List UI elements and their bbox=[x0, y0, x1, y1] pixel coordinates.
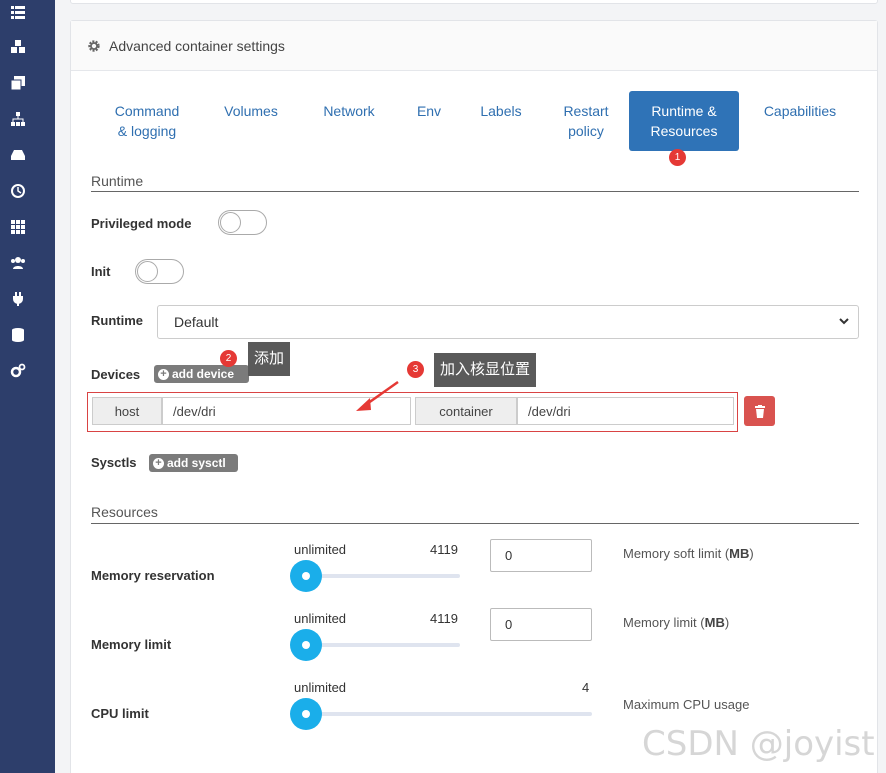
cpu-limit-min: unlimited bbox=[294, 680, 347, 695]
panel-header: Advanced container settings bbox=[71, 21, 877, 71]
memory-limit-hint: Memory limit (MB) bbox=[623, 615, 730, 630]
trash-icon bbox=[754, 404, 765, 418]
container-addon: container bbox=[415, 397, 517, 425]
annotation-label-device-location: 加入核显位置 bbox=[434, 353, 537, 387]
resources-divider bbox=[91, 523, 859, 524]
tab-volumes[interactable]: Volumes bbox=[211, 101, 291, 121]
memory-reservation-hint: Memory soft limit (MB) bbox=[623, 546, 754, 561]
cpu-limit-label: CPU limit bbox=[91, 706, 149, 721]
th-icon[interactable] bbox=[10, 219, 26, 235]
container-path-input[interactable]: /dev/dri bbox=[517, 397, 734, 425]
tab-runtime-resources[interactable]: Runtime & Resources bbox=[629, 91, 739, 151]
tab-network[interactable]: Network bbox=[311, 101, 387, 121]
gear-icon bbox=[88, 39, 100, 52]
init-label: Init bbox=[91, 264, 111, 279]
cpu-limit-slider-thumb[interactable] bbox=[290, 698, 322, 730]
tab-restart-policy[interactable]: Restart policy bbox=[549, 101, 623, 141]
runtime-section-title: Runtime bbox=[91, 173, 144, 189]
annotation-marker-2: 2 bbox=[220, 350, 237, 367]
advanced-settings-panel: Advanced container settings Command & lo… bbox=[70, 20, 878, 773]
add-sysctl-button[interactable]: + add sysctl bbox=[149, 454, 238, 472]
database-icon[interactable] bbox=[10, 327, 26, 343]
memory-reservation-track[interactable] bbox=[305, 574, 460, 578]
memory-limit-input[interactable]: 0 bbox=[490, 608, 592, 641]
memory-reservation-max: 4119 bbox=[430, 542, 458, 557]
plus-circle-icon: + bbox=[153, 457, 164, 469]
plug-icon[interactable] bbox=[10, 291, 26, 307]
cubes-icon[interactable] bbox=[10, 39, 26, 55]
cogs-icon[interactable] bbox=[10, 363, 26, 379]
memory-reservation-label: Memory reservation bbox=[91, 568, 215, 583]
sidebar bbox=[0, 0, 55, 773]
previous-card bbox=[70, 0, 878, 4]
tab-capabilities[interactable]: Capabilities bbox=[753, 101, 847, 121]
annotation-label-add: 添加 bbox=[248, 342, 291, 376]
cpu-limit-max: 4 bbox=[582, 680, 590, 695]
tab-command-logging[interactable]: Command & logging bbox=[109, 101, 185, 141]
chevron-down-icon bbox=[839, 318, 849, 325]
memory-limit-max: 4119 bbox=[430, 611, 458, 626]
panel-title: Advanced container settings bbox=[109, 37, 285, 54]
runtime-label: Runtime bbox=[91, 313, 143, 328]
copy-icon[interactable] bbox=[10, 75, 26, 91]
host-addon: host bbox=[92, 397, 162, 425]
memory-reservation-min: unlimited bbox=[294, 542, 347, 557]
memory-limit-label: Memory limit bbox=[91, 637, 172, 652]
memory-limit-slider-thumb[interactable] bbox=[290, 629, 322, 661]
users-icon[interactable] bbox=[10, 255, 26, 271]
add-device-button[interactable]: + add device bbox=[154, 365, 249, 383]
annotation-marker-3: 3 bbox=[407, 361, 424, 378]
runtime-select[interactable]: Default bbox=[157, 305, 859, 339]
resources-section-title: Resources bbox=[91, 504, 158, 520]
sysctls-label: Sysctls bbox=[91, 455, 137, 470]
list-icon[interactable] bbox=[10, 4, 26, 20]
tab-env[interactable]: Env bbox=[407, 101, 451, 121]
annotation-arrow-icon bbox=[356, 380, 399, 411]
history-icon[interactable] bbox=[10, 183, 26, 199]
privileged-mode-label: Privileged mode bbox=[91, 216, 192, 231]
cpu-limit-hint: Maximum CPU usage bbox=[623, 697, 750, 712]
runtime-divider bbox=[91, 191, 859, 192]
privileged-mode-toggle[interactable] bbox=[218, 210, 267, 235]
hdd-icon[interactable] bbox=[10, 147, 26, 163]
tab-labels[interactable]: Labels bbox=[471, 101, 531, 121]
memory-reservation-slider-thumb[interactable] bbox=[290, 560, 322, 592]
sitemap-icon[interactable] bbox=[10, 111, 26, 127]
annotation-marker-1: 1 bbox=[669, 149, 686, 166]
devices-label: Devices bbox=[91, 367, 141, 382]
watermark: CSDN @joyist bbox=[642, 724, 875, 764]
memory-reservation-input[interactable]: 0 bbox=[490, 539, 592, 572]
memory-limit-track[interactable] bbox=[305, 643, 460, 647]
init-toggle[interactable] bbox=[135, 259, 184, 284]
memory-limit-min: unlimited bbox=[294, 611, 347, 626]
delete-device-button[interactable] bbox=[744, 396, 775, 426]
cpu-limit-track[interactable] bbox=[305, 712, 592, 716]
plus-circle-icon: + bbox=[158, 368, 169, 380]
